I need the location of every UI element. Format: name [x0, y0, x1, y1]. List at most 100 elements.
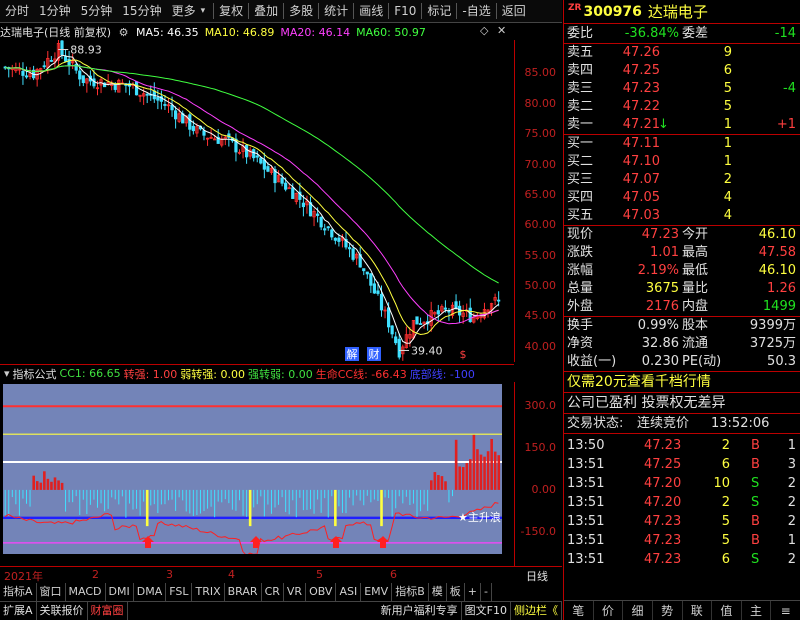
ask-row[interactable]: 卖二 47.22 5 [564, 98, 800, 116]
tool-3[interactable]: 统计 [319, 0, 353, 23]
indicator-bar-red [490, 438, 493, 490]
collapse-icon[interactable]: ▾ [4, 367, 10, 380]
promo-text-1[interactable]: 仅需20元查看千档行情 [567, 372, 711, 393]
indicator-tab-3[interactable]: DMI [106, 583, 134, 601]
promo-text-2[interactable]: 公司已盈利 投票权无差异 [567, 393, 725, 414]
weibi-label: 委比 [567, 26, 594, 41]
indicator-tab-11[interactable]: ASI [336, 583, 362, 601]
stat-label: 最高 [682, 245, 709, 260]
quote-tab-4[interactable]: 联 [683, 601, 713, 620]
ask-change: -4 [783, 81, 796, 96]
period-1[interactable]: 1分钟 [34, 0, 76, 23]
diamond-icon[interactable]: ◇ [480, 24, 488, 37]
indicator-bar-red [476, 449, 479, 490]
indicator-tab-12[interactable]: EMV [361, 583, 393, 601]
indicator-tab-15[interactable]: 板 [447, 583, 465, 601]
candle-body [337, 237, 341, 242]
ask-label: 卖三 [567, 81, 594, 96]
period-3[interactable]: 15分钟 [117, 0, 166, 23]
candlestick-chart[interactable]: 88.93 39.40 解财 $ [0, 40, 514, 362]
indicator-tab-1[interactable]: 窗口 [37, 583, 66, 601]
quote-tab-1[interactable]: 价 [594, 601, 624, 620]
bid-row[interactable]: 买四 47.05 4 [564, 189, 800, 207]
bottom-left-0[interactable]: 扩展A [0, 602, 37, 620]
bid-row[interactable]: 买二 47.10 1 [564, 153, 800, 171]
bottom-left-1[interactable]: 关联报价 [37, 602, 88, 620]
dropdown-caret-icon[interactable]: ▾ [201, 6, 206, 16]
period-0[interactable]: 分时 [0, 0, 34, 23]
tool-7[interactable]: -自选 [457, 0, 495, 23]
indicator-tab-2[interactable]: MACD [66, 583, 106, 601]
event-marker-1[interactable]: 财 [369, 347, 380, 361]
period-4[interactable]: 更多 [167, 0, 201, 23]
bottom-left-2[interactable]: 财富圈 [88, 602, 128, 620]
bottom-right-2[interactable]: 侧边栏《 [511, 602, 562, 620]
bottom-right-0[interactable]: 新用户福利专享 [378, 602, 462, 620]
indicator-tab-16[interactable]: + [465, 583, 481, 601]
candle-body [255, 155, 259, 158]
tool-8[interactable]: 返回 [497, 0, 531, 23]
promo-company[interactable]: 公司已盈利 投票权无差异 [564, 393, 800, 414]
indicator-tab-10[interactable]: OBV [306, 583, 337, 601]
ask-row[interactable]: 卖一 47.21 1 +1 ↓ [564, 116, 800, 134]
indicator-tab-0[interactable]: 指标A [0, 583, 37, 601]
quote-tab-7[interactable]: ≡ [771, 601, 800, 620]
candle-body [326, 226, 330, 229]
indicator-tab-7[interactable]: BRAR [225, 583, 262, 601]
candle-body [78, 70, 82, 80]
bid-row[interactable]: 买三 47.07 2 [564, 171, 800, 189]
tool-4[interactable]: 画线 [354, 0, 388, 23]
bid-row[interactable]: 买五 47.03 4 [564, 207, 800, 225]
indicator-tabs: 指标A 窗口 MACD DMI DMA FSL TRIX BRAR CR VR OBV ASI EMV 指… [0, 583, 562, 601]
period-label[interactable]: 日线 [526, 568, 548, 584]
tool-2[interactable]: 多股 [284, 0, 318, 23]
quote-tab-6[interactable]: 主 [742, 601, 772, 620]
indicator-bar-red [46, 478, 50, 490]
chart-settings-icon[interactable]: ⚙ [119, 26, 129, 39]
indicator-name[interactable]: 指标公式 [13, 366, 57, 382]
indicator-tab-8[interactable]: CR [262, 583, 284, 601]
indicator-bar-red [32, 475, 35, 490]
indicator-tab-4[interactable]: DMA [134, 583, 167, 601]
period-2[interactable]: 5分钟 [76, 0, 118, 23]
candle-body [266, 166, 270, 172]
indicator-bar-red [465, 463, 469, 490]
tool-6[interactable]: 标记 [422, 0, 456, 23]
indicator-tab-17[interactable]: - [481, 583, 492, 601]
quote-tab-3[interactable]: 势 [653, 601, 683, 620]
tool-5[interactable]: F10 [389, 0, 421, 23]
ask-row[interactable]: 卖三 47.23 5 -4 [564, 80, 800, 98]
event-marker-0[interactable]: 解 [347, 347, 358, 361]
ma10-line [5, 59, 499, 336]
indicator-tab-9[interactable]: VR [284, 583, 307, 601]
tool-1[interactable]: 叠加 [249, 0, 283, 23]
tick-count: 3 [787, 457, 796, 472]
bottom-right-1[interactable]: 图文F10 [462, 602, 511, 620]
price-tick: 85.00 [524, 66, 557, 80]
quote-tab-2[interactable]: 细 [623, 601, 653, 620]
close-icon[interactable]: ✕ [497, 24, 506, 37]
indicator-tab-14[interactable]: 模 [429, 583, 447, 601]
fundamental-value: 0.230 [641, 354, 679, 369]
tool-0[interactable]: 复权 [214, 0, 248, 23]
indicator-bar-red [444, 481, 447, 490]
price-tick: 75.00 [524, 127, 557, 141]
ask-row[interactable]: 卖五 47.26 9 [564, 44, 800, 62]
bid-row[interactable]: 买一 47.11 1 [564, 135, 800, 153]
event-marker-2[interactable]: $ [460, 348, 467, 361]
candle-body [369, 273, 373, 286]
quote-tab-5[interactable]: 值 [712, 601, 742, 620]
quote-tab-0[interactable]: 笔 [564, 601, 594, 620]
indicator-tab-5[interactable]: FSL [166, 583, 193, 601]
indicator-chart[interactable]: ★主升浪 [3, 384, 502, 554]
candle-body [163, 104, 167, 106]
indicator-tick: 0.00 [531, 482, 557, 496]
quote-stats: 现价 47.23 今开 46.10 涨跌 1.01 最高 47.58 涨幅 2.19% 最低 46.1… [564, 226, 800, 317]
promo-qiandang[interactable]: 仅需20元查看千档行情 [564, 372, 800, 393]
fundamental-label: 股本 [682, 318, 709, 333]
indicator-tab-13[interactable]: 指标B [392, 583, 429, 601]
candle-body [173, 110, 178, 120]
ask-row[interactable]: 卖四 47.25 6 [564, 62, 800, 80]
tick-list[interactable]: 13:50 47.23 2 B 1 13:51 47.25 6 B 3 13:51 47.20 10 S 2… [564, 434, 800, 569]
indicator-tab-6[interactable]: TRIX [192, 583, 225, 601]
